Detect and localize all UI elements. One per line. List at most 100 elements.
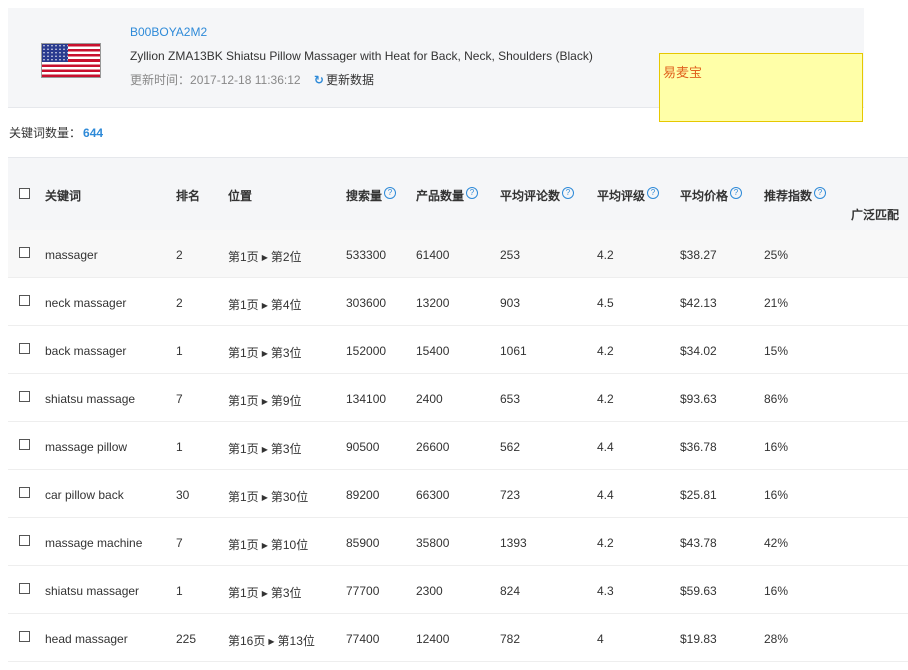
row-checkbox[interactable] xyxy=(19,295,30,306)
asin-link[interactable]: B00BOYA2M2 xyxy=(130,25,207,39)
header-search-volume[interactable]: 搜索量? xyxy=(346,187,397,204)
header-keyword[interactable]: 关键词 xyxy=(45,187,81,204)
row-checkbox[interactable] xyxy=(19,439,30,450)
cell-avg-reviews: 653 xyxy=(500,392,521,406)
cell-product-count: 35800 xyxy=(416,536,450,550)
select-all-checkbox[interactable] xyxy=(19,188,30,199)
caret-right-icon: ▶ xyxy=(261,397,268,406)
cell-avg-price: $25.81 xyxy=(680,488,717,502)
header-search-volume-label: 搜索量 xyxy=(346,189,383,203)
cell-avg-reviews: 1393 xyxy=(500,536,527,550)
caret-right-icon: ▶ xyxy=(261,301,268,310)
header-broad-match[interactable]: 广泛匹配 xyxy=(851,206,899,223)
cell-avg-rating: 4.4 xyxy=(597,440,614,454)
refresh-icon: ↻ xyxy=(313,73,324,87)
cell-avg-reviews: 782 xyxy=(500,632,521,646)
cell-keyword: head massager xyxy=(45,632,128,646)
cell-rank: 2 xyxy=(176,248,183,262)
update-line: 更新时间：2017-12-18 11:36:12 ↻ 更新数据 xyxy=(130,71,374,88)
help-icon[interactable]: ? xyxy=(814,187,827,199)
cell-rank: 1 xyxy=(176,584,183,598)
cell-avg-price: $42.13 xyxy=(680,296,717,310)
cell-search-volume: 85900 xyxy=(346,536,380,550)
cell-rank: 1 xyxy=(176,440,183,454)
caret-right-icon: ▶ xyxy=(261,493,268,502)
help-icon[interactable]: ? xyxy=(647,187,660,199)
row-checkbox[interactable] xyxy=(19,631,30,642)
cell-recommend: 15% xyxy=(764,344,789,358)
row-checkbox[interactable] xyxy=(19,487,30,498)
cell-search-volume: 152000 xyxy=(346,344,387,358)
row-checkbox[interactable] xyxy=(19,247,30,258)
cell-search-volume: 90500 xyxy=(346,440,380,454)
help-icon[interactable]: ? xyxy=(384,187,397,199)
position-slot: 第13位 xyxy=(277,634,315,648)
row-checkbox[interactable] xyxy=(19,535,30,546)
cell-avg-price: $43.78 xyxy=(680,536,717,550)
table-row: massage pillow 1 90500 26600 562 4.4 $36.78 16%… xyxy=(8,422,908,470)
table-row: shiatsu massage 7 134100 2400 653 4.2 $93.63 86… xyxy=(8,374,908,422)
header-product-count-label: 产品数量 xyxy=(416,189,465,203)
header-avg-price[interactable]: 平均价格? xyxy=(680,187,743,204)
header-rank[interactable]: 排名 xyxy=(176,187,200,204)
refresh-data-button[interactable]: ↻ 更新数据 xyxy=(314,73,374,87)
cell-position: 第1页 ▶ 第2位 xyxy=(228,248,302,265)
help-icon[interactable]: ? xyxy=(730,187,743,199)
cell-rank: 7 xyxy=(176,536,183,550)
cell-search-volume: 77700 xyxy=(346,584,380,598)
position-slot: 第10位 xyxy=(270,538,309,552)
header-position[interactable]: 位置 xyxy=(228,187,252,204)
cell-product-count: 66300 xyxy=(416,488,450,502)
sticky-note[interactable]: 易麦宝 xyxy=(659,53,863,122)
row-checkbox[interactable] xyxy=(19,391,30,402)
cell-product-count: 13200 xyxy=(416,296,450,310)
position-slot: 第2位 xyxy=(270,250,302,264)
cell-recommend: 42% xyxy=(764,536,789,550)
us-flag-icon xyxy=(41,43,101,78)
help-icon[interactable]: ? xyxy=(562,187,575,199)
header-recommend[interactable]: 推荐指数? xyxy=(764,187,827,204)
position-slot: 第3位 xyxy=(270,346,302,360)
update-time: 2017-12-18 11:36:12 xyxy=(190,73,301,87)
keyword-count-value: 644 xyxy=(83,126,104,140)
cell-product-count: 15400 xyxy=(416,344,450,358)
keyword-count-label: 关键词数量： xyxy=(9,126,82,140)
cell-recommend: 16% xyxy=(764,440,789,454)
row-checkbox[interactable] xyxy=(19,343,30,354)
cell-recommend: 16% xyxy=(764,488,789,502)
header-product-count[interactable]: 产品数量? xyxy=(416,187,479,204)
keyword-count: 关键词数量： 644 xyxy=(9,124,103,141)
position-slot: 第30位 xyxy=(270,490,309,504)
row-checkbox[interactable] xyxy=(19,583,30,594)
position-slot: 第3位 xyxy=(270,442,302,456)
keyword-table: 关键词 排名 位置 搜索量? 产品数量? 平均评论数? 平均评级? 平均价格? … xyxy=(8,157,908,662)
cell-rank: 2 xyxy=(176,296,183,310)
cell-recommend: 16% xyxy=(764,584,789,598)
cell-search-volume: 89200 xyxy=(346,488,380,502)
cell-keyword: neck massager xyxy=(45,296,127,310)
cell-keyword: massager xyxy=(45,248,98,262)
cell-product-count: 2400 xyxy=(416,392,443,406)
cell-position: 第1页 ▶ 第3位 xyxy=(228,344,302,361)
table-header: 关键词 排名 位置 搜索量? 产品数量? 平均评论数? 平均评级? 平均价格? … xyxy=(8,157,908,230)
refresh-label: 更新数据 xyxy=(325,73,374,87)
cell-keyword: massage machine xyxy=(45,536,143,550)
header-avg-rating[interactable]: 平均评级? xyxy=(597,187,660,204)
help-icon[interactable]: ? xyxy=(466,187,479,199)
table-row: car pillow back 30 89200 66300 723 4.4 $25.81 1… xyxy=(8,470,908,518)
header-avg-rating-label: 平均评级 xyxy=(597,189,646,203)
cell-recommend: 28% xyxy=(764,632,789,646)
cell-avg-reviews: 903 xyxy=(500,296,521,310)
cell-avg-rating: 4.3 xyxy=(597,584,614,598)
position-page: 第1页 xyxy=(228,538,259,552)
cell-avg-price: $36.78 xyxy=(680,440,717,454)
cell-product-count: 12400 xyxy=(416,632,450,646)
position-page: 第1页 xyxy=(228,442,259,456)
cell-avg-price: $19.83 xyxy=(680,632,717,646)
header-avg-reviews[interactable]: 平均评论数? xyxy=(500,187,575,204)
position-page: 第1页 xyxy=(228,346,259,360)
cell-position: 第1页 ▶ 第10位 xyxy=(228,536,308,553)
cell-avg-reviews: 1061 xyxy=(500,344,527,358)
position-page: 第1页 xyxy=(228,250,259,264)
cell-recommend: 86% xyxy=(764,392,789,406)
